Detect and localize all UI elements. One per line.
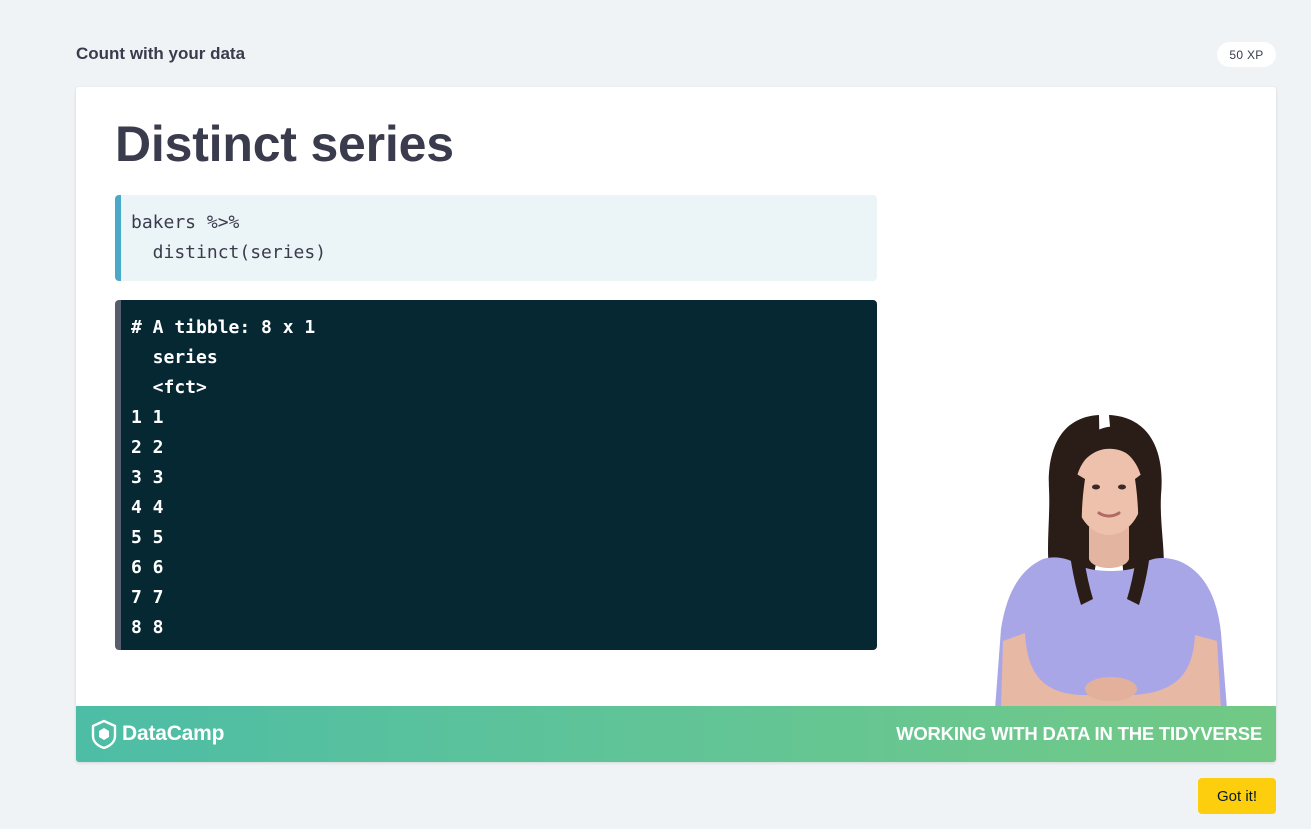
datacamp-logo-icon — [91, 719, 117, 749]
code-line: distinct(series) — [131, 242, 327, 263]
code-line: bakers %>% — [131, 212, 240, 233]
course-name: WORKING WITH DATA IN THE TIDYVERSE — [896, 723, 1262, 744]
output-line: # A tibble: 8 x 1 — [131, 317, 316, 338]
course-footer-bar: DataCamp WORKING WITH DATA IN THE TIDYVE… — [76, 706, 1276, 762]
output-line: 5 5 — [131, 527, 164, 548]
output-line: 6 6 — [131, 557, 164, 578]
output-line: series — [131, 347, 218, 368]
presenter-video — [995, 415, 1227, 709]
output-line: 3 3 — [131, 467, 164, 488]
output-line: <fct> — [131, 377, 207, 398]
exercise-page: Count with your data 50 XP Distinct seri… — [0, 0, 1311, 829]
brand-name: DataCamp — [122, 722, 225, 745]
output-line: 2 2 — [131, 437, 164, 458]
exercise-title: Count with your data — [76, 44, 246, 63]
brand-logo: DataCamp — [90, 719, 224, 749]
output-line: 4 4 — [131, 497, 164, 518]
console-output-block: # A tibble: 8 x 1 series <fct> 1 1 2 2 3… — [115, 300, 877, 650]
got-it-button[interactable]: Got it! — [1198, 778, 1276, 814]
xp-badge: 50 XP — [1217, 42, 1276, 67]
video-slide[interactable]: Distinct series bakers %>% distinct(seri… — [76, 87, 1276, 762]
output-line: 8 8 — [131, 617, 164, 638]
output-line: 1 1 — [131, 407, 164, 428]
code-block: bakers %>% distinct(series) — [115, 195, 877, 281]
slide-heading: Distinct series — [115, 116, 454, 172]
output-line: 7 7 — [131, 587, 164, 608]
